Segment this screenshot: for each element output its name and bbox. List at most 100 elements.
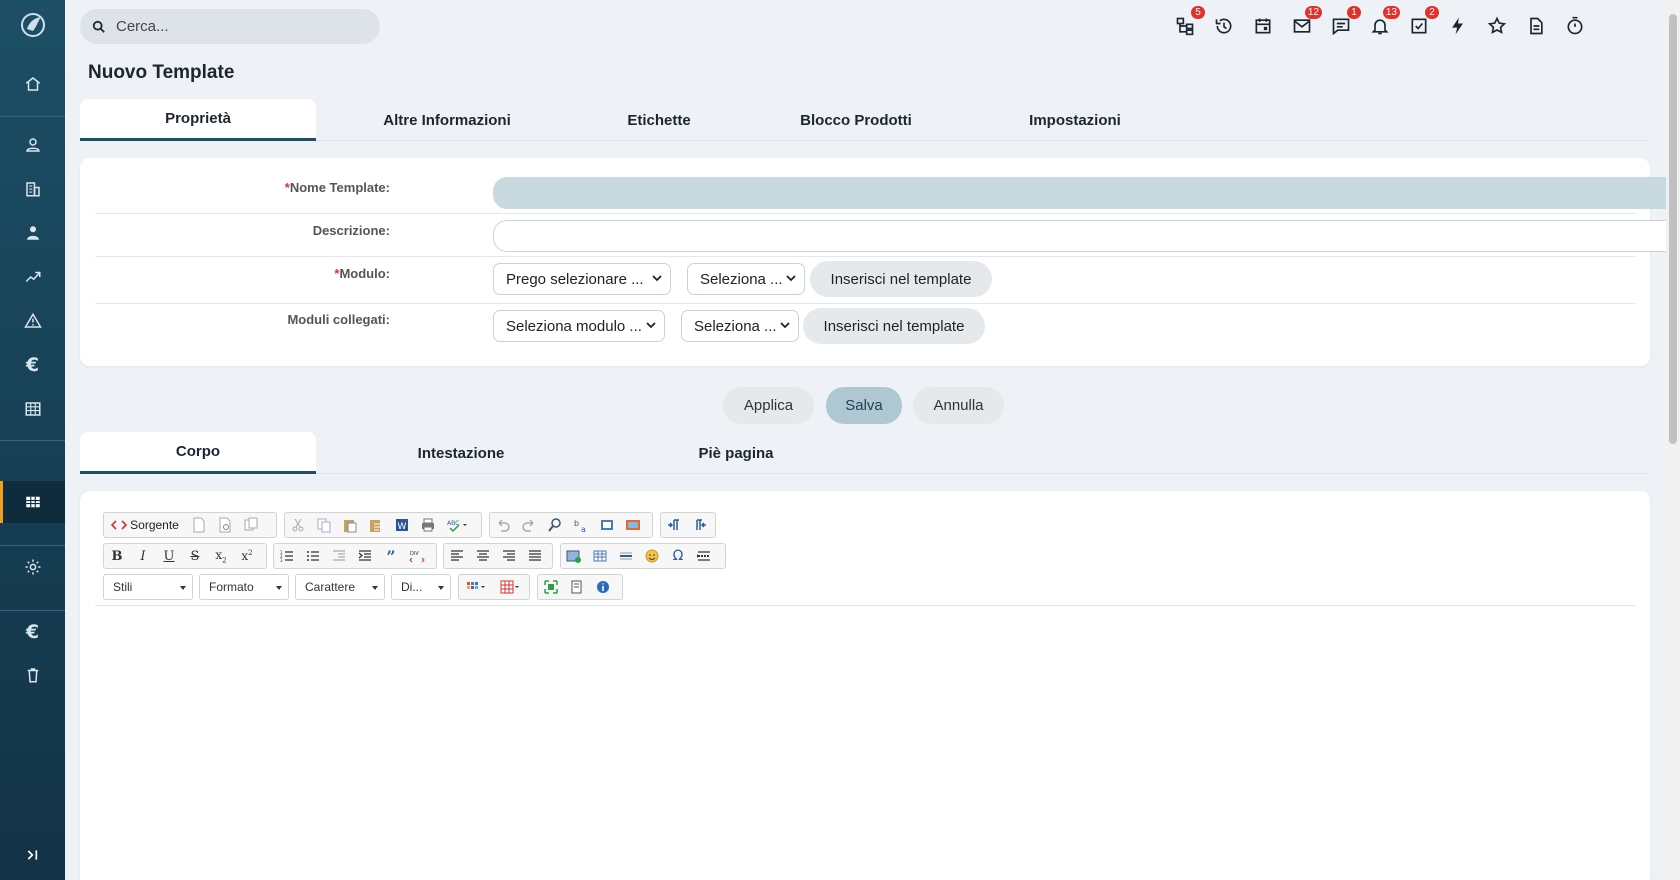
page-break-icon[interactable] [691, 544, 717, 568]
tab-etichette[interactable]: Etichette [578, 99, 740, 141]
document-icon[interactable] [1524, 14, 1548, 38]
scrollbar-thumb[interactable] [1669, 14, 1677, 444]
maximize-icon[interactable] [538, 575, 564, 599]
tab-corpo[interactable]: Corpo [80, 432, 316, 474]
indent-icon[interactable] [352, 544, 378, 568]
copy-icon[interactable] [311, 513, 337, 537]
person-icon[interactable] [0, 212, 65, 254]
smiley-icon[interactable] [639, 544, 665, 568]
search-input[interactable] [116, 18, 356, 35]
cut-icon[interactable] [285, 513, 311, 537]
undo-icon[interactable] [490, 513, 516, 537]
insert-template-button[interactable]: Inserisci nel template [810, 261, 992, 297]
collegati-field-select[interactable]: Seleziona ... [681, 310, 799, 342]
modulo-field-select[interactable]: Seleziona ... [687, 263, 805, 295]
bulleted-list-icon[interactable] [300, 544, 326, 568]
show-blocks-icon[interactable] [564, 575, 590, 599]
page-scrollbar[interactable] [1666, 0, 1680, 880]
align-center-icon[interactable] [470, 544, 496, 568]
calendar-icon[interactable] [1251, 14, 1275, 38]
grid-apps-icon[interactable] [0, 481, 65, 523]
templates-icon[interactable] [238, 513, 264, 537]
styles-combo[interactable]: Stili [103, 574, 193, 600]
trend-icon[interactable] [0, 256, 65, 298]
logo-icon[interactable] [18, 10, 48, 40]
source-button[interactable]: Sorgente [104, 513, 186, 537]
outdent-icon[interactable] [326, 544, 352, 568]
find-icon[interactable] [542, 513, 568, 537]
div-container-icon[interactable]: DIV [404, 544, 430, 568]
save-button[interactable]: Salva [826, 387, 902, 424]
euro-icon[interactable]: € [0, 611, 65, 653]
apply-button[interactable]: Applica [723, 387, 814, 424]
nome-template-input[interactable] [493, 177, 1680, 209]
new-page-icon[interactable] [186, 513, 212, 537]
align-left-icon[interactable] [444, 544, 470, 568]
euro-icon[interactable]: € [0, 344, 65, 386]
table-color-icon[interactable] [493, 575, 527, 599]
bell-icon[interactable]: 13 [1368, 6, 1400, 38]
table-icon[interactable] [0, 388, 65, 430]
mail-icon[interactable]: 12 [1290, 6, 1322, 38]
collapse-sidebar-icon[interactable] [0, 840, 65, 870]
align-justify-icon[interactable] [522, 544, 548, 568]
editor-divider [95, 605, 1635, 606]
paste-text-icon[interactable] [363, 513, 389, 537]
italic-icon[interactable]: I [130, 544, 156, 568]
strikethrough-icon[interactable]: S [182, 544, 208, 568]
tab-intestazione[interactable]: Intestazione [316, 432, 606, 474]
superscript-icon[interactable]: x2 [234, 544, 260, 568]
table-insert-icon[interactable] [587, 544, 613, 568]
insert-template-button-collegati[interactable]: Inserisci nel template [803, 308, 985, 344]
home-icon[interactable] [0, 63, 65, 105]
blockquote-icon[interactable]: ” [378, 544, 404, 568]
hierarchy-icon[interactable]: 5 [1173, 6, 1205, 38]
special-char-icon[interactable]: Ω [665, 544, 691, 568]
info-icon[interactable] [590, 575, 616, 599]
collegati-select[interactable]: Seleziona modulo ... [493, 310, 665, 342]
paste-icon[interactable] [337, 513, 363, 537]
tab-proprieta[interactable]: Proprietà [80, 99, 316, 141]
tab-altre-informazioni[interactable]: Altre Informazioni [316, 99, 578, 141]
subscript-icon[interactable]: x2 [208, 544, 234, 568]
trash-icon[interactable] [0, 654, 65, 696]
size-combo[interactable]: Di... [391, 574, 451, 600]
redo-icon[interactable] [516, 513, 542, 537]
descrizione-input[interactable] [493, 220, 1680, 252]
select-all-icon[interactable] [594, 513, 620, 537]
search-box[interactable] [80, 9, 380, 44]
blocks-grid-icon[interactable] [459, 575, 493, 599]
star-icon[interactable] [1485, 14, 1509, 38]
lightning-icon[interactable] [1446, 14, 1470, 38]
history-icon[interactable] [1212, 14, 1236, 38]
tab-blocco-prodotti[interactable]: Blocco Prodotti [740, 99, 972, 141]
preview-icon[interactable] [212, 513, 238, 537]
underline-icon[interactable]: U [156, 544, 182, 568]
print-icon[interactable] [415, 513, 441, 537]
gear-icon[interactable] [0, 546, 65, 588]
editor-content-area[interactable] [95, 607, 1635, 877]
font-combo[interactable]: Carattere [295, 574, 385, 600]
format-combo[interactable]: Formato [199, 574, 289, 600]
numbered-list-icon[interactable]: 123 [274, 544, 300, 568]
rtl-icon[interactable] [687, 513, 713, 537]
contacts-icon[interactable] [0, 124, 65, 166]
image-icon[interactable] [561, 544, 587, 568]
company-icon[interactable] [0, 168, 65, 210]
warning-icon[interactable] [0, 300, 65, 342]
horizontal-rule-icon[interactable] [613, 544, 639, 568]
paste-word-icon[interactable]: W [389, 513, 415, 537]
timer-icon[interactable] [1563, 14, 1587, 38]
task-check-icon[interactable]: 2 [1407, 6, 1439, 38]
chat-icon[interactable]: 1 [1329, 6, 1361, 38]
ltr-icon[interactable] [661, 513, 687, 537]
align-right-icon[interactable] [496, 544, 522, 568]
spellcheck-icon[interactable]: ABC [441, 513, 473, 537]
form-icon[interactable] [620, 513, 646, 537]
cancel-button[interactable]: Annulla [913, 387, 1004, 424]
bold-icon[interactable]: B [104, 544, 130, 568]
tab-impostazioni[interactable]: Impostazioni [972, 99, 1178, 141]
replace-icon[interactable]: ba [568, 513, 594, 537]
modulo-select[interactable]: Prego selezionare ... [493, 263, 671, 295]
tab-pie-pagina[interactable]: Piè pagina [606, 432, 866, 474]
